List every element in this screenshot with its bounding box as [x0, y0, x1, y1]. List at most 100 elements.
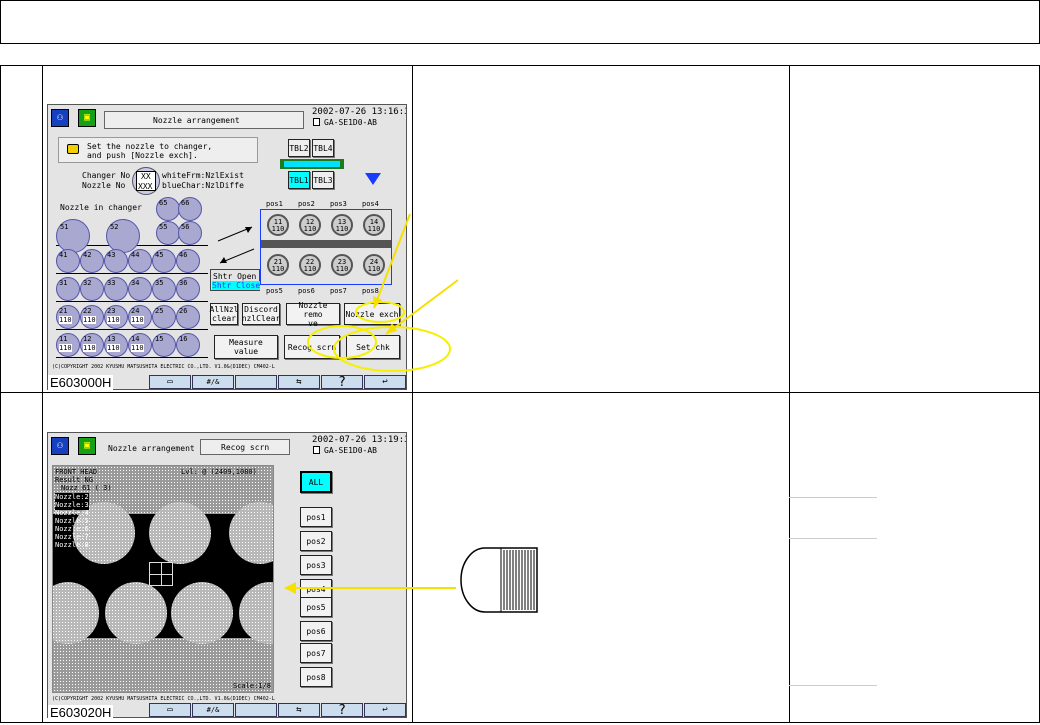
changer-slot[interactable]: 41	[56, 249, 80, 273]
operator-icon[interactable]: ⚇	[51, 109, 69, 127]
scale-label: Scale:1/8	[233, 682, 271, 690]
toolbar-units-button[interactable]: #/&	[192, 375, 234, 389]
shutter-box: Shtr Open Shtr Close	[210, 269, 261, 291]
changer-divider	[56, 357, 208, 358]
changer-slot[interactable]: 26	[176, 305, 200, 329]
all-button[interactable]: ALL	[300, 471, 332, 493]
mode-icon[interactable]: ▣	[78, 109, 96, 127]
changer-slot[interactable]: 22 110	[80, 305, 104, 329]
pos5-button[interactable]: pos5	[300, 597, 332, 617]
shutter-open[interactable]: Shtr Open	[213, 272, 256, 281]
message-line2: and push [Nozzle exch].	[87, 151, 198, 160]
changer-slot[interactable]: 32	[80, 277, 104, 301]
legend-blue: blueChar:NzlDiffe	[162, 181, 244, 190]
changer-slot[interactable]: 16	[176, 333, 200, 357]
changer-slot[interactable]: 31	[56, 277, 80, 301]
changer-slot[interactable]: 14 110	[128, 333, 152, 357]
machine-id: GA-SE1D0-AB	[324, 446, 377, 455]
table-tbl1[interactable]: TBL1	[288, 171, 310, 189]
changer-slot[interactable]: 51	[56, 219, 90, 253]
changer-slot[interactable]: 44	[128, 249, 152, 273]
changer-slot[interactable]: 13 110	[104, 333, 128, 357]
table-tbl4[interactable]: TBL4	[312, 139, 334, 157]
shutter-close[interactable]: Shtr Close	[212, 281, 261, 290]
table-left-border	[0, 65, 1, 723]
changer-slot[interactable]: 46	[176, 249, 200, 273]
mode-icon[interactable]: ▣	[78, 437, 96, 455]
nozzle-list-item: Nozzle:8	[55, 541, 89, 549]
message-line1: Set the nozzle to changer,	[87, 142, 213, 151]
changer-slot[interactable]: 42	[80, 249, 104, 273]
pos8-button[interactable]: pos8	[300, 667, 332, 687]
pointer-arrow	[284, 582, 456, 594]
changer-slot[interactable]: 25	[152, 305, 176, 329]
pos6-button[interactable]: pos6	[300, 621, 332, 641]
pos2-button[interactable]: pos2	[300, 531, 332, 551]
nozz-label: Nozz 61 ( 3)	[61, 484, 112, 492]
nozzle-blob	[105, 582, 167, 644]
changer-slot[interactable]: 55	[156, 221, 180, 245]
changer-slot[interactable]: 12 110	[80, 333, 104, 357]
changer-slot[interactable]: 33	[104, 277, 128, 301]
table-flow-arrow	[284, 161, 340, 167]
crosshair-icon	[149, 562, 173, 586]
datetime: 2002-07-26 13:16:33	[312, 107, 407, 117]
file-icon	[313, 118, 320, 126]
subtitle-box: Recog scrn	[200, 439, 290, 455]
toolbar-window-button[interactable]: ▭	[149, 703, 191, 717]
nozzle-blob	[53, 582, 99, 644]
pos-label: pos3	[330, 200, 347, 208]
operator-icon[interactable]: ⚇	[51, 437, 69, 455]
changer-slot[interactable]: 65	[156, 197, 180, 221]
file-icon	[313, 446, 320, 454]
changer-slot[interactable]: 23 110	[104, 305, 128, 329]
table-col2-border	[412, 65, 413, 723]
table-tbl3[interactable]: TBL3	[312, 171, 334, 189]
changer-slot[interactable]: 15	[152, 333, 176, 357]
changer-slot[interactable]: 45	[152, 249, 176, 273]
all-nozzle-clear-button[interactable]: AllNzl clear	[210, 303, 238, 325]
screen-title: Nozzle arrangement	[153, 116, 240, 125]
changer-slot[interactable]: 35	[152, 277, 176, 301]
pos-label: pos2	[298, 200, 315, 208]
changer-divider	[56, 329, 208, 330]
changer-slot[interactable]: 24 110	[128, 305, 152, 329]
changer-slot[interactable]: 21 110	[56, 305, 80, 329]
changer-slot[interactable]: 11 110	[56, 333, 80, 357]
table-tbl2[interactable]: TBL2	[288, 139, 310, 157]
toolbar-blank-button[interactable]	[235, 703, 277, 717]
changer-panel: Nozzle in changer 65 66 51 52 55 56 41 4…	[56, 197, 208, 373]
table-col1-border	[42, 65, 43, 723]
changer-divider	[56, 301, 208, 302]
changer-slot[interactable]: 43	[104, 249, 128, 273]
bracket-mark	[789, 685, 877, 686]
pos-label: pos1	[266, 200, 283, 208]
measure-value-button[interactable]: Measure value	[214, 335, 278, 359]
changer-slot[interactable]: 36	[176, 277, 200, 301]
recog-scrn-screen: ⚇ ▣ Nozzle arrangement Recog scrn 2002-0…	[47, 432, 407, 718]
nozzle-blob	[239, 582, 273, 644]
changer-slot[interactable]: 66	[178, 197, 202, 221]
table-col3-border	[789, 65, 790, 723]
changer-slot[interactable]: 52	[106, 219, 140, 253]
pos3-button[interactable]: pos3	[300, 555, 332, 575]
changer-slot[interactable]: 56	[178, 221, 202, 245]
changer-no-value: XX	[141, 172, 151, 181]
blue-down-arrow-icon	[365, 173, 381, 185]
nozzle-no-label: Nozzle No	[82, 181, 126, 190]
toolbar-return-button[interactable]: ↩	[364, 703, 406, 717]
changer-no-label: Changer No	[82, 171, 131, 180]
toolbar-units-button[interactable]: #/&	[192, 703, 234, 717]
table-map: TBL2 TBL4 TBL1 TBL3	[280, 139, 344, 193]
transfer-arrows-icon	[217, 226, 255, 264]
toolbar-switch-button[interactable]: ⇆	[278, 703, 320, 717]
screen-title: Nozzle arrangement	[108, 444, 195, 453]
pos7-button[interactable]: pos7	[300, 643, 332, 663]
pos-label: pos4	[362, 200, 379, 208]
changer-slot[interactable]: 34	[128, 277, 152, 301]
nozzle-in-changer-label: Nozzle in changer	[60, 203, 142, 212]
pos1-button[interactable]: pos1	[300, 507, 332, 527]
toolbar-help-button[interactable]: ?	[321, 703, 363, 718]
hand-pointer-icon	[67, 144, 79, 154]
toolbar-window-button[interactable]: ▭	[149, 375, 191, 389]
